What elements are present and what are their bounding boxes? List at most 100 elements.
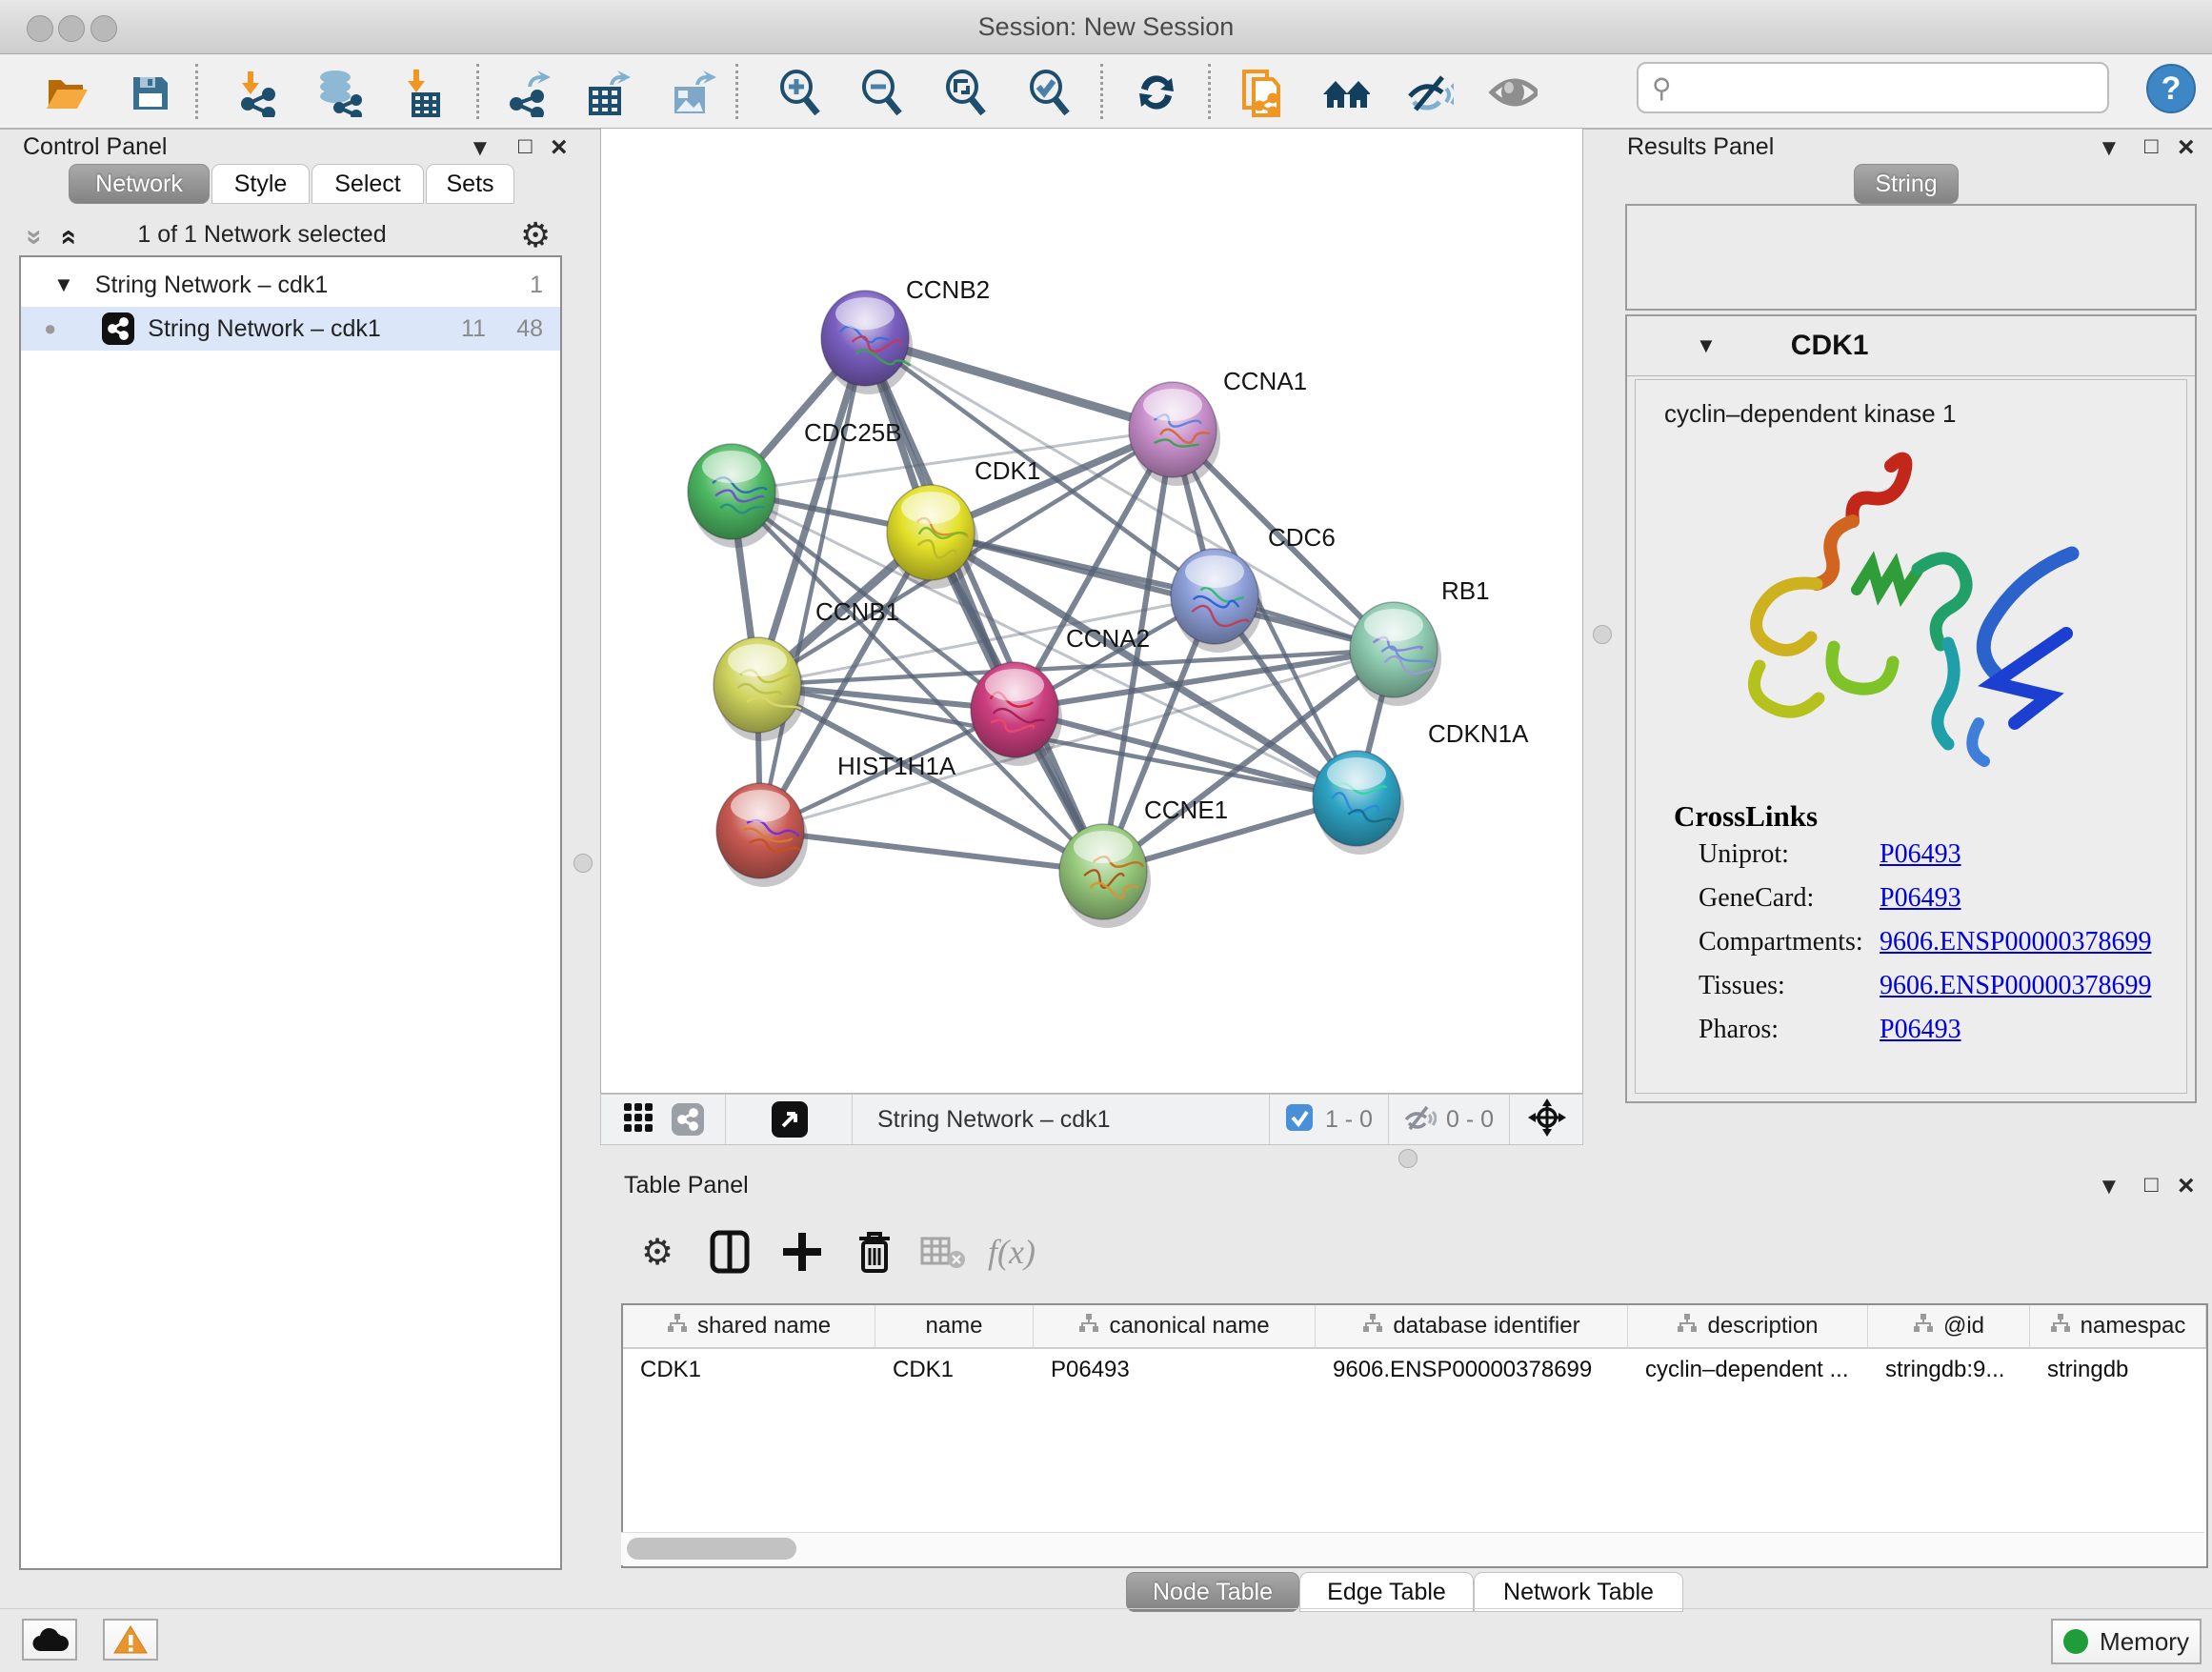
table-tab-network-table[interactable]: Network Table <box>1474 1572 1683 1612</box>
network-selection-status: 1 of 1 Network selected <box>105 221 419 249</box>
crosslink-link[interactable]: P06493 <box>1880 883 1961 914</box>
show-columns-icon[interactable] <box>703 1225 756 1279</box>
network-collection-row[interactable]: ▼ String Network – cdk1 1 <box>21 263 560 307</box>
control-tab-sets[interactable]: Sets <box>426 164 514 204</box>
node-CDKN1A[interactable] <box>1313 751 1404 855</box>
delete-table-icon[interactable] <box>916 1225 970 1279</box>
control-panel-close-icon[interactable]: × <box>551 131 568 164</box>
right-splitter-handle[interactable] <box>1593 625 1612 644</box>
birds-eye-grid-icon[interactable] <box>622 1101 654 1138</box>
warning-button[interactable] <box>103 1619 158 1661</box>
crosslink-row: GeneCard:P06493 <box>1699 883 2175 927</box>
table-panel-close-icon[interactable]: × <box>2178 1170 2195 1202</box>
results-tab-string[interactable]: String <box>1854 164 1959 204</box>
expand-all-chevron-icon[interactable]: » <box>50 230 83 246</box>
table-cell[interactable]: cyclin–dependent ... <box>1628 1349 1868 1391</box>
string-style-icon[interactable] <box>672 1103 704 1136</box>
hierarchy-icon <box>1078 1313 1099 1340</box>
search-box[interactable]: ⚲ <box>1637 62 2109 113</box>
scrollbar-thumb[interactable] <box>627 1538 796 1560</box>
node-table[interactable]: shared namenamecanonical namedatabase id… <box>621 1303 2208 1568</box>
node-label-CCNE1: CCNE1 <box>1144 796 1228 824</box>
zoom-selected-icon[interactable] <box>1025 68 1075 117</box>
search-input[interactable] <box>1681 72 2098 104</box>
table-cell[interactable]: CDK1 <box>875 1349 1034 1391</box>
crosslink-link[interactable]: 9606.ENSP00000378699 <box>1880 927 2151 957</box>
control-tab-style[interactable]: Style <box>211 164 310 204</box>
open-in-window-icon[interactable] <box>772 1101 808 1138</box>
add-column-plus-icon[interactable] <box>775 1225 829 1279</box>
column-header-canonical-name[interactable]: canonical name <box>1034 1305 1316 1347</box>
network-tree: ▼ String Network – cdk1 1 ● String Netwo… <box>19 255 562 1570</box>
table-cell[interactable]: CDK1 <box>623 1349 875 1391</box>
table-cell[interactable]: stringdb:9... <box>1868 1349 2030 1391</box>
table-cell[interactable]: P06493 <box>1034 1349 1316 1391</box>
control-tab-network[interactable]: Network <box>69 164 210 204</box>
table-panel-collapse-icon[interactable]: ▼ <box>2098 1174 2121 1200</box>
open-session-icon[interactable] <box>42 68 91 117</box>
export-table-icon[interactable] <box>583 68 633 117</box>
hidden-eye-slash-icon <box>1402 1102 1437 1138</box>
refresh-layout-icon[interactable] <box>1132 68 1181 117</box>
table-cell[interactable]: 9606.ENSP00000378699 <box>1316 1349 1628 1391</box>
zoom-fit-icon[interactable] <box>941 68 991 117</box>
crosslink-link[interactable]: 9606.ENSP00000378699 <box>1880 971 2151 1001</box>
collapse-all-chevron-icon[interactable]: » <box>18 230 50 246</box>
collection-expander-icon[interactable]: ▼ <box>53 272 74 297</box>
node-RB1[interactable] <box>1350 602 1441 706</box>
import-table-file-icon[interactable] <box>398 68 448 117</box>
control-tab-select[interactable]: Select <box>312 164 424 204</box>
column-header-description[interactable]: description <box>1628 1305 1868 1347</box>
crosslink-link[interactable]: P06493 <box>1880 839 1961 870</box>
duplicate-network-icon[interactable] <box>1235 68 1284 117</box>
export-network-icon[interactable] <box>503 68 553 117</box>
zoom-in-icon[interactable] <box>775 68 825 117</box>
node-CCNB2[interactable] <box>821 291 913 394</box>
control-panel-float-icon[interactable]: □ <box>518 133 533 160</box>
network-canvas[interactable]: CCNB2CCNA1CDC25BCDK1CDC6RB1CCNB1CCNA2CDK… <box>600 128 1583 1094</box>
network-row-selected[interactable]: ● String Network – cdk1 11 48 <box>21 307 560 351</box>
selected-checkbox-icon[interactable] <box>1285 1103 1314 1137</box>
results-panel-collapse-icon[interactable]: ▼ <box>2098 135 2121 162</box>
entry-expander-icon[interactable]: ▼ <box>1696 333 1717 358</box>
left-splitter-handle[interactable] <box>573 854 593 873</box>
node-CCNA1[interactable] <box>1129 382 1220 486</box>
results-entry-header[interactable]: ▼ CDK1 <box>1627 316 2195 376</box>
edge-HIST1H1A-CCNE1[interactable] <box>760 831 1103 872</box>
hide-selected-eye-icon[interactable] <box>1404 68 1454 117</box>
memory-button[interactable]: Memory <box>2051 1619 2202 1664</box>
save-session-icon[interactable] <box>126 68 175 117</box>
export-image-icon[interactable] <box>667 68 716 117</box>
delete-column-trash-icon[interactable] <box>848 1225 901 1279</box>
column-header--id[interactable]: @id <box>1868 1305 2030 1347</box>
import-network-file-icon[interactable] <box>232 68 282 117</box>
table-settings-gear-icon[interactable]: ⚙ <box>631 1225 684 1279</box>
help-button[interactable]: ? <box>2146 64 2196 113</box>
pan-crosshair-icon[interactable] <box>1527 1098 1567 1142</box>
table-horizontal-scrollbar[interactable] <box>621 1532 2204 1565</box>
import-network-database-icon[interactable] <box>314 68 364 117</box>
network-options-gear-icon[interactable]: ⚙ <box>520 215 551 255</box>
column-header-name[interactable]: name <box>875 1305 1034 1347</box>
crosslink-link[interactable]: P06493 <box>1880 1015 1961 1045</box>
function-builder-fx[interactable]: f(x) <box>985 1225 1038 1279</box>
column-header-shared-name[interactable]: shared name <box>623 1305 875 1347</box>
table-tab-edge-table[interactable]: Edge Table <box>1299 1572 1474 1612</box>
node-HIST1H1A[interactable] <box>716 783 808 887</box>
table-panel-float-icon[interactable]: □ <box>2144 1172 2159 1199</box>
results-panel-close-icon[interactable]: × <box>2178 131 2195 164</box>
column-header-namespac[interactable]: namespac <box>2030 1305 2206 1347</box>
control-panel-collapse-icon[interactable]: ▼ <box>469 135 492 162</box>
results-panel-float-icon[interactable]: □ <box>2144 133 2159 160</box>
column-header-database-identifier[interactable]: database identifier <box>1316 1305 1628 1347</box>
table-tab-node-table[interactable]: Node Table <box>1126 1572 1299 1612</box>
node-CCNE1[interactable] <box>1059 824 1151 928</box>
zoom-out-icon[interactable] <box>857 68 907 117</box>
node-CDC25B[interactable] <box>688 444 779 548</box>
bottom-splitter-handle[interactable] <box>1398 1149 1418 1168</box>
first-neighbors-icon[interactable] <box>1320 68 1370 117</box>
cloud-button[interactable] <box>22 1619 77 1661</box>
crosslink-label: Compartments: <box>1699 927 1863 957</box>
table-cell[interactable]: stringdb <box>2030 1349 2206 1391</box>
show-all-eye-icon[interactable] <box>1488 68 1538 117</box>
